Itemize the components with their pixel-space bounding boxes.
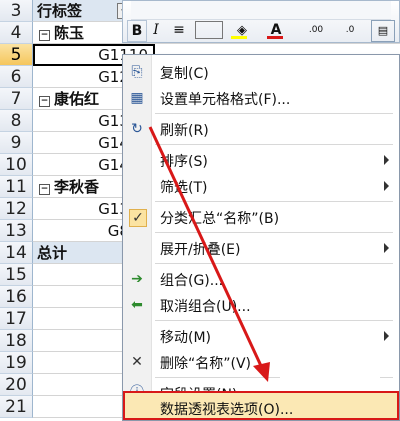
menu-item-label: 刷新(R)	[160, 123, 209, 139]
menu-separator	[155, 113, 393, 114]
menu-item[interactable]: ➔ 组合(G)...	[123, 266, 399, 292]
fill-color-swatch	[231, 36, 247, 39]
submenu-arrow-icon	[384, 243, 389, 253]
decimal-format-button[interactable]: .00	[301, 20, 331, 40]
group-label: 康佑红	[54, 90, 100, 108]
refresh-icon: ↻	[131, 121, 143, 137]
row-header[interactable]: 17	[0, 308, 33, 330]
menu-item[interactable]: ⎘ 复制(C)	[123, 59, 399, 85]
font-color-button[interactable]: A	[263, 20, 289, 40]
row-header[interactable]: 5	[0, 44, 33, 66]
group-label: 李秋香	[54, 178, 100, 196]
row-header[interactable]: 9	[0, 132, 33, 154]
row-header[interactable]: 6	[0, 66, 33, 88]
group-arrow-icon: ➔	[131, 271, 143, 287]
mini-toolbar: B I ≡ ◈ A .00 .0 ▤	[122, 0, 400, 43]
menu-item[interactable]: ↻ 刷新(R)	[123, 116, 399, 142]
fill-color-button[interactable]: ◈	[229, 20, 255, 40]
row-header[interactable]: 15	[0, 264, 33, 286]
decimal-format-button-2[interactable]: .0	[337, 20, 363, 40]
menu-item-label: 复制(C)	[160, 66, 209, 82]
row-header[interactable]: 4	[0, 22, 33, 44]
row-header[interactable]: 16	[0, 286, 33, 308]
submenu-arrow-icon	[384, 155, 389, 165]
group-label: 陈玉	[54, 24, 85, 42]
row-header[interactable]: 13	[0, 220, 33, 242]
row-labels-header: 行标签	[37, 2, 83, 20]
bold-button[interactable]: B	[127, 20, 147, 42]
menu-item-label: 分类汇总“名称”(B)	[160, 211, 280, 227]
font-color-swatch	[267, 36, 283, 39]
menu-item-label: 设置单元格格式(F)...	[160, 92, 291, 108]
field-list-icon[interactable]: ▤	[371, 20, 395, 42]
menu-item-label: 移动(M)	[160, 330, 212, 346]
row-header[interactable]: 8	[0, 110, 33, 132]
whiteout-patch	[280, 360, 380, 390]
grand-total-label: 总计	[37, 244, 68, 262]
italic-button[interactable]: I	[147, 20, 165, 40]
row-header[interactable]: 21	[0, 396, 33, 418]
menu-item[interactable]: 排序(S)	[123, 147, 399, 173]
row-header[interactable]: 11	[0, 176, 33, 198]
mini-toolbar-row-1	[131, 1, 391, 20]
menu-separator	[155, 263, 393, 264]
menu-separator	[155, 144, 393, 145]
menu-item[interactable]: 移动(M)	[123, 323, 399, 349]
menu-separator	[155, 201, 393, 202]
submenu-arrow-icon	[384, 331, 389, 341]
checkmark-icon: ✓	[129, 209, 147, 227]
menu-separator	[155, 232, 393, 233]
menu-item-label: 组合(G)...	[160, 273, 224, 289]
align-center-button[interactable]: ≡	[169, 20, 189, 40]
delete-x-icon: ✕	[131, 354, 143, 370]
row-header[interactable]: 10	[0, 154, 33, 176]
menu-separator	[155, 320, 393, 321]
ungroup-arrow-icon: ⬅	[131, 297, 143, 313]
menu-item[interactable]: ✓ 分类汇总“名称”(B)	[123, 204, 399, 230]
collapse-toggle-icon[interactable]: −	[39, 30, 50, 41]
row-header[interactable]: 14	[0, 242, 33, 264]
collapse-toggle-icon[interactable]: −	[39, 96, 50, 107]
collapse-toggle-icon[interactable]: −	[39, 184, 50, 195]
row-header[interactable]: 7	[0, 88, 33, 110]
menu-item-label: 删除“名称”(V)	[160, 356, 252, 372]
menu-item-label: 筛选(T)	[160, 180, 208, 196]
row-header[interactable]: 19	[0, 352, 33, 374]
menu-item-label: 展开/折叠(E)	[160, 242, 241, 258]
menu-item-label: 排序(S)	[160, 154, 208, 170]
menu-item[interactable]: 展开/折叠(E)	[123, 235, 399, 261]
menu-item-label: 取消组合(U)...	[160, 299, 251, 315]
row-header[interactable]: 3	[0, 0, 33, 22]
menu-item[interactable]: 筛选(T)	[123, 173, 399, 199]
menu-item-label: 数据透视表选项(O)...	[160, 402, 294, 418]
pivottable-options-menu-item[interactable]: 数据透视表选项(O)...	[123, 393, 399, 419]
row-header[interactable]: 12	[0, 198, 33, 220]
menu-item[interactable]: ▦ 设置单元格格式(F)...	[123, 85, 399, 111]
row-header[interactable]: 18	[0, 330, 33, 352]
row-header[interactable]: 20	[0, 374, 33, 396]
border-button[interactable]	[195, 21, 223, 39]
submenu-arrow-icon	[384, 181, 389, 191]
format-cells-icon: ▦	[130, 90, 144, 106]
copy-icon: ⎘	[131, 64, 143, 80]
menu-item[interactable]: ⬅ 取消组合(U)...	[123, 292, 399, 318]
